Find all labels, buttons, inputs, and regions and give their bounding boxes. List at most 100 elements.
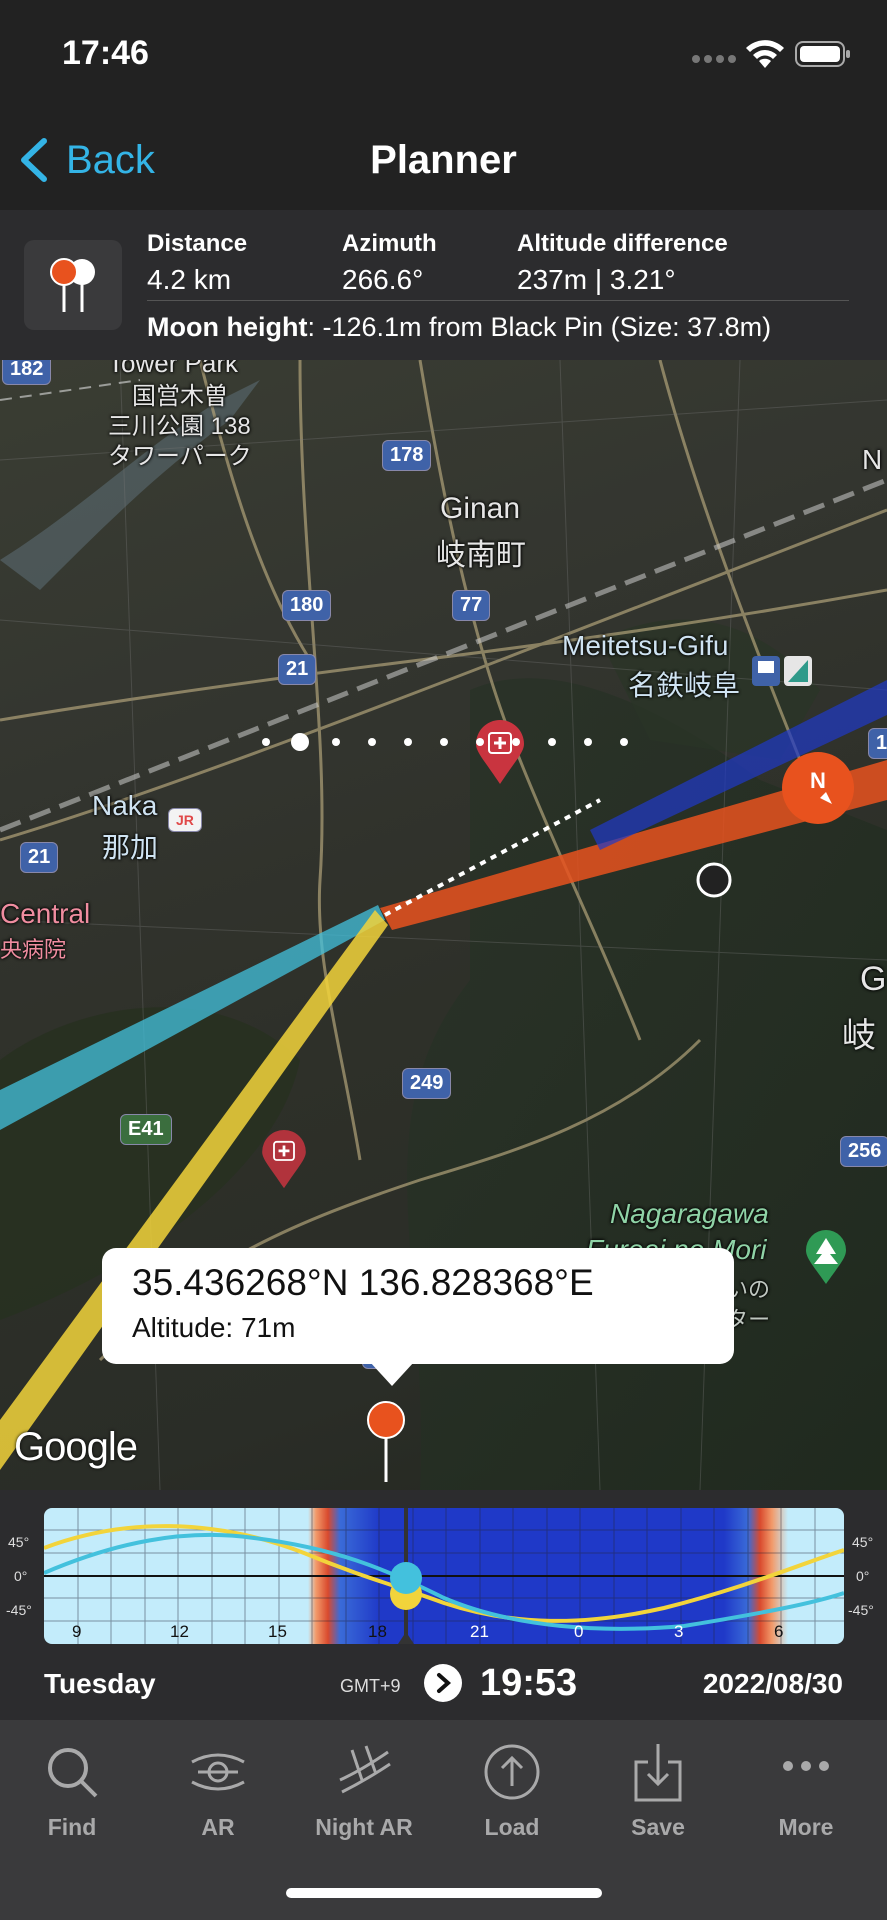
black-pin-icon[interactable] xyxy=(694,860,734,900)
hour-label-3: 3 xyxy=(674,1622,684,1641)
tab-find[interactable]: Find xyxy=(2,1740,142,1841)
y-label-45: 45° xyxy=(8,1534,30,1550)
tab-find-label: Find xyxy=(47,1814,97,1840)
tab-save[interactable]: Save xyxy=(588,1740,728,1841)
callout-coordinates: 35.436268°N 136.828368°E xyxy=(132,1262,594,1303)
hour-label-21: 21 xyxy=(470,1622,489,1641)
azimuth-label: Azimuth xyxy=(342,230,437,257)
y-label-0: 0° xyxy=(14,1568,28,1584)
pins-button[interactable] xyxy=(24,240,122,330)
callout-altitude: Altitude: 71m xyxy=(132,1312,296,1343)
night-ar-icon xyxy=(339,1745,391,1794)
date-display[interactable]: 2022/08/30 xyxy=(703,1668,843,1700)
google-attribution: Google xyxy=(14,1425,138,1469)
label-meitetsu: Meitetsu-Gifu xyxy=(562,630,729,661)
wifi-icon xyxy=(746,40,784,68)
save-icon xyxy=(634,1744,682,1802)
compass-button[interactable]: N xyxy=(782,752,854,824)
y-label-0-right: 0° xyxy=(856,1568,870,1584)
label-nagaragawa: Nagaragawa xyxy=(610,1198,769,1229)
info-panel: Distance 4.2 km Azimuth 266.6° Altitude … xyxy=(0,210,887,360)
info-divider xyxy=(147,300,849,301)
label-ginan: Ginan xyxy=(440,492,521,525)
hour-label-18: 18 xyxy=(368,1622,387,1641)
hour-label-0: 0 xyxy=(574,1622,584,1641)
road-249: 249 xyxy=(402,1068,452,1099)
sun-moon-graph[interactable] xyxy=(44,1508,844,1644)
page-indicator xyxy=(262,733,628,751)
time-display[interactable]: 19:53 xyxy=(480,1662,577,1705)
hour-label-9: 9 xyxy=(72,1622,82,1641)
search-icon xyxy=(48,1748,98,1798)
label-naka-jp: 那加 xyxy=(102,832,159,863)
hospital-marker-2-icon[interactable] xyxy=(260,1130,308,1190)
ar-icon xyxy=(191,1753,245,1791)
label-naka: Naka xyxy=(92,790,158,821)
hour-label-6: 6 xyxy=(774,1622,784,1641)
tab-ar[interactable]: AR xyxy=(148,1740,288,1841)
label-tower-park-jp3: タワーパーク xyxy=(108,443,252,470)
hour-label-12: 12 xyxy=(170,1622,189,1641)
road-182: 182 xyxy=(2,360,52,385)
tab-ar-label: AR xyxy=(201,1814,235,1840)
road-180: 180 xyxy=(282,590,332,621)
map-view[interactable]: Tower Park 国営木曽 三川公園 138 タワーパーク Ginan 岐南… xyxy=(0,360,887,1490)
time-forward-button[interactable] xyxy=(424,1664,462,1702)
timeline-panel[interactable]: 45° 0° -45° 45° 0° -45° 9 12 15 18 21 0 … xyxy=(0,1490,887,1720)
load-icon xyxy=(484,1744,540,1800)
page-title: Planner xyxy=(370,138,517,182)
label-n-right: N xyxy=(862,444,883,475)
train-station-icon xyxy=(752,656,812,686)
road-21a: 21 xyxy=(278,654,317,685)
azimuth-stat: Azimuth 266.6° xyxy=(342,230,437,296)
road-77: 77 xyxy=(452,590,491,621)
road-15: 15 xyxy=(868,728,887,759)
red-pin-icon[interactable] xyxy=(366,1400,406,1484)
tab-save-label: Save xyxy=(631,1814,685,1840)
y-label-minus45-right: -45° xyxy=(848,1602,874,1618)
tab-more-label: More xyxy=(778,1814,834,1840)
cellular-signal-icon xyxy=(692,55,736,63)
label-g-right: G xyxy=(860,960,887,998)
tab-load[interactable]: Load xyxy=(442,1740,582,1841)
road-21b: 21 xyxy=(20,842,59,873)
altitude-difference-value: 237m | 3.21° xyxy=(517,264,676,295)
distance-value: 4.2 km xyxy=(147,264,232,295)
label-gi-right: 岐 xyxy=(842,1017,876,1055)
tab-more[interactable]: More xyxy=(736,1740,876,1841)
moon-height-value: : -126.1m from Black Pin (Size: 37.8m) xyxy=(307,312,772,342)
hour-label-15: 15 xyxy=(268,1622,287,1641)
tab-night-ar-label: Night AR xyxy=(315,1814,413,1840)
navigation-bar: Back Planner xyxy=(0,110,887,210)
y-label-minus45: -45° xyxy=(6,1602,32,1618)
label-central: Central xyxy=(0,898,91,929)
status-time: 17:46 xyxy=(62,34,149,72)
home-indicator[interactable] xyxy=(286,1888,602,1898)
location-callout[interactable]: 35.436268°N 136.828368°E Altitude: 71m xyxy=(102,1248,734,1386)
road-256: 256 xyxy=(840,1136,887,1167)
road-e41: E41 xyxy=(120,1114,172,1145)
status-bar: 17:46 xyxy=(0,0,887,110)
more-icon xyxy=(783,1761,829,1771)
moon-position-marker xyxy=(390,1562,422,1594)
compass-label: N xyxy=(810,768,826,793)
battery-icon xyxy=(795,41,850,67)
label-meitetsu-jp: 名鉄岐阜 xyxy=(628,670,741,701)
pins-icon xyxy=(50,258,95,312)
moon-height: Moon height: -126.1m from Black Pin (Siz… xyxy=(147,312,771,343)
distance-stat: Distance 4.2 km xyxy=(147,230,247,296)
road-178: 178 xyxy=(382,440,432,471)
day-of-week: Tuesday xyxy=(44,1668,156,1699)
y-label-45-right: 45° xyxy=(852,1534,874,1550)
altitude-difference-label: Altitude difference xyxy=(517,230,728,257)
park-marker-icon[interactable] xyxy=(804,1230,848,1286)
label-central-jp: 央病院 xyxy=(0,937,67,962)
tab-night-ar[interactable]: Night AR xyxy=(294,1740,434,1841)
chevron-right-icon xyxy=(437,1673,452,1693)
label-ginan-jp: 岐南町 xyxy=(436,539,526,572)
moon-height-label: Moon height xyxy=(147,312,308,342)
altitude-difference-stat: Altitude difference 237m | 3.21° xyxy=(517,230,728,296)
tab-load-label: Load xyxy=(484,1814,540,1840)
jr-station-badge: JR xyxy=(168,808,202,832)
distance-label: Distance xyxy=(147,230,248,257)
